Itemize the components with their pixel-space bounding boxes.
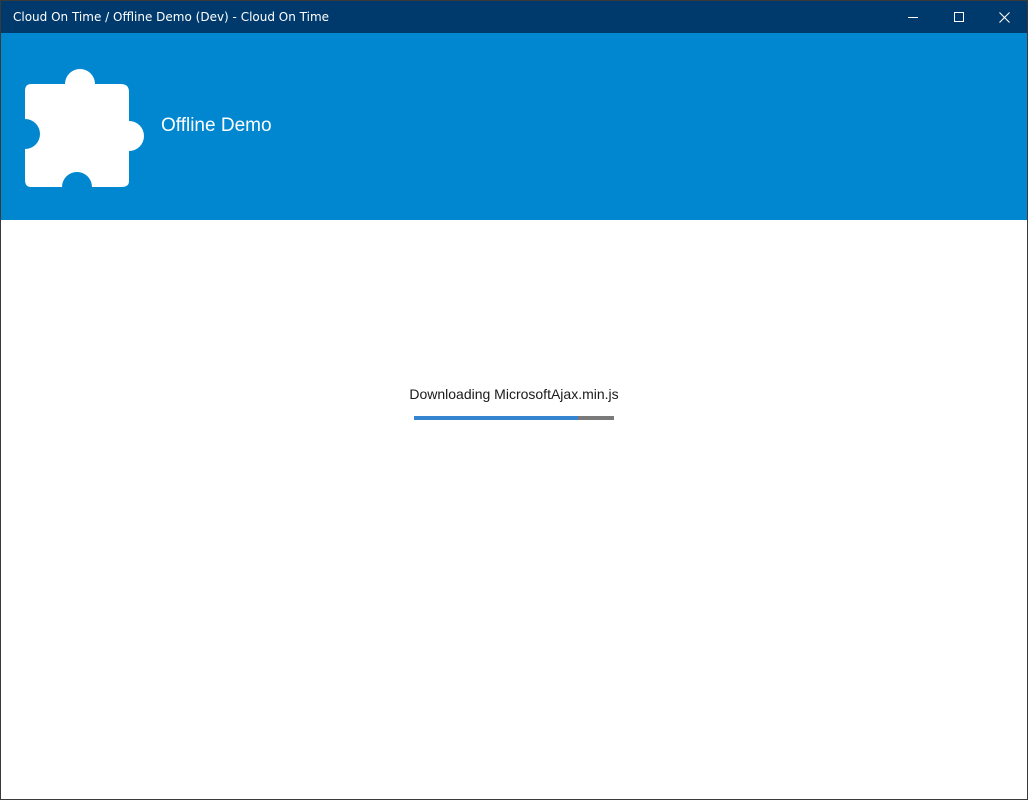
app-header: Offline Demo	[1, 33, 1027, 220]
loading-status-text: Downloading MicrosoftAjax.min.js	[409, 386, 619, 402]
download-progress-fill	[414, 416, 578, 420]
maximize-button[interactable]	[936, 1, 982, 33]
close-button[interactable]	[981, 1, 1027, 33]
close-icon	[998, 11, 1010, 23]
window-title: Cloud On Time / Offline Demo (Dev) - Clo…	[13, 10, 330, 24]
minimize-button[interactable]	[890, 1, 936, 33]
maximize-icon	[954, 12, 964, 22]
app-window: Cloud On Time / Offline Demo (Dev) - Clo…	[0, 0, 1028, 800]
puzzle-piece-icon	[25, 69, 144, 187]
minimize-icon	[908, 17, 918, 18]
download-progress-bar	[414, 416, 614, 420]
title-bar[interactable]: Cloud On Time / Offline Demo (Dev) - Clo…	[1, 1, 1027, 33]
app-title: Offline Demo	[161, 115, 272, 136]
